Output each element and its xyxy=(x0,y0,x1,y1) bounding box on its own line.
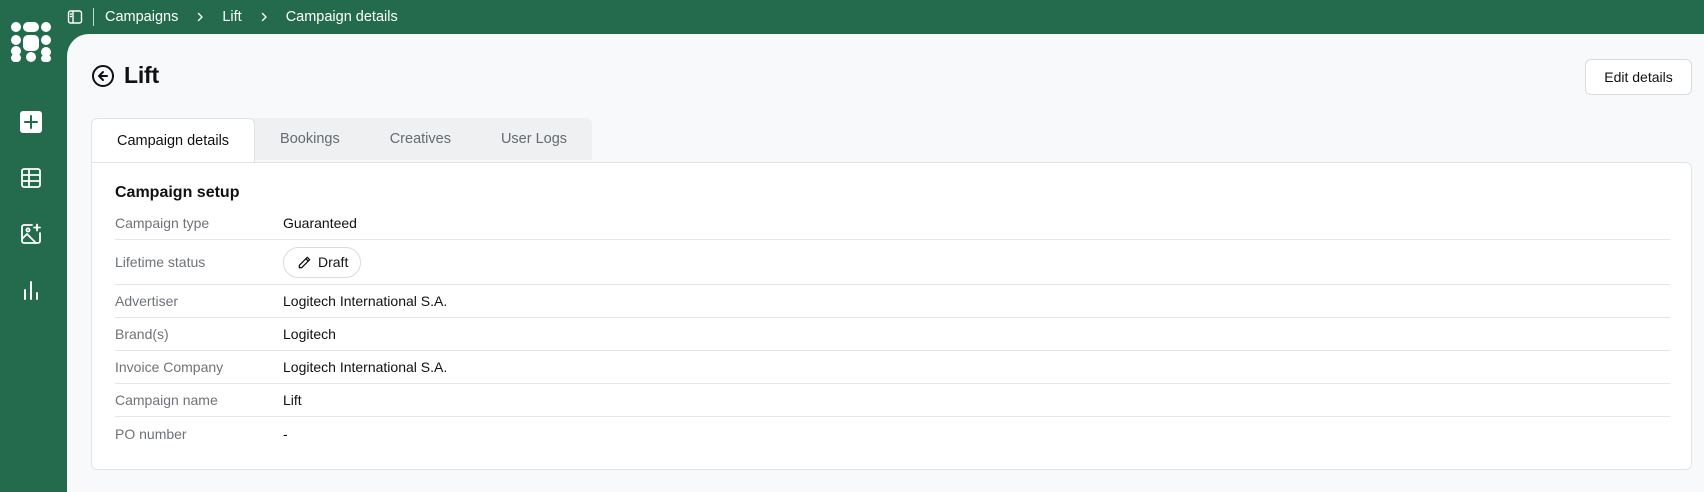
detail-row-invoice-company: Invoice Company Logitech International S… xyxy=(115,351,1670,384)
row-label: Campaign name xyxy=(115,392,218,408)
row-value: Guaranteed xyxy=(283,215,357,231)
breadcrumb-campaigns[interactable]: Campaigns xyxy=(105,9,178,25)
detail-row-lifetime-status: Lifetime status Draft xyxy=(115,240,1670,285)
detail-row-advertiser: Advertiser Logitech International S.A. xyxy=(115,285,1670,318)
tab-user-logs[interactable]: User Logs xyxy=(476,118,592,160)
detail-row-campaign-name: Campaign name Lift xyxy=(115,384,1670,417)
row-value: Logitech International S.A. xyxy=(283,359,448,375)
status-badge[interactable]: Draft xyxy=(283,246,362,278)
detail-row-brands: Brand(s) Logitech xyxy=(115,318,1670,351)
tab-campaign-details[interactable]: Campaign details xyxy=(91,118,256,162)
bar-chart-icon[interactable] xyxy=(18,277,44,303)
left-rail xyxy=(0,0,67,492)
chevron-right-icon xyxy=(194,11,206,23)
edit-details-button[interactable]: Edit details xyxy=(1585,59,1692,95)
tab-creatives[interactable]: Creatives xyxy=(365,118,476,160)
row-value: - xyxy=(283,425,288,442)
back-arrow-icon[interactable] xyxy=(91,64,115,88)
row-value: Draft xyxy=(283,246,362,278)
row-value: Lift xyxy=(283,392,302,408)
tab-bar: Campaign details Bookings Creatives User… xyxy=(91,118,593,162)
breadcrumb: Campaigns Lift Campaign details xyxy=(105,9,398,25)
campaign-details-card: Campaign setup Campaign type Guaranteed … xyxy=(91,162,1692,470)
main-content: Lift Edit details Campaign details Booki… xyxy=(67,34,1704,492)
row-label: PO number xyxy=(115,425,187,442)
section-title: Campaign setup xyxy=(115,184,240,201)
page-title: Lift xyxy=(124,62,159,88)
topbar-divider xyxy=(93,8,94,26)
tab-bookings[interactable]: Bookings xyxy=(255,118,365,160)
page-header: Lift xyxy=(91,62,159,89)
row-label: Lifetime status xyxy=(115,254,206,270)
top-bar: Campaigns Lift Campaign details xyxy=(67,0,1704,34)
chevron-right-icon xyxy=(258,11,270,23)
table-icon[interactable] xyxy=(18,165,44,191)
app-logo[interactable] xyxy=(10,21,52,63)
row-label: Advertiser xyxy=(115,293,179,309)
status-text: Draft xyxy=(318,254,349,270)
row-value: Logitech xyxy=(283,326,336,342)
detail-row-po-number: PO number - xyxy=(115,417,1670,450)
row-label: Invoice Company xyxy=(115,359,224,375)
detail-row-campaign-type: Campaign type Guaranteed xyxy=(115,207,1670,240)
details-list: Campaign type Guaranteed Lifetime status… xyxy=(115,207,1670,450)
image-plus-icon[interactable] xyxy=(18,221,44,247)
row-label: Brand(s) xyxy=(115,326,169,342)
row-label: Campaign type xyxy=(115,215,210,231)
breadcrumb-lift[interactable]: Lift xyxy=(222,9,241,25)
breadcrumb-current: Campaign details xyxy=(285,9,398,25)
add-icon[interactable] xyxy=(18,109,44,135)
sidebar-toggle-icon[interactable] xyxy=(67,9,83,25)
pencil-icon xyxy=(297,255,312,270)
row-value: Logitech International S.A. xyxy=(283,293,448,309)
